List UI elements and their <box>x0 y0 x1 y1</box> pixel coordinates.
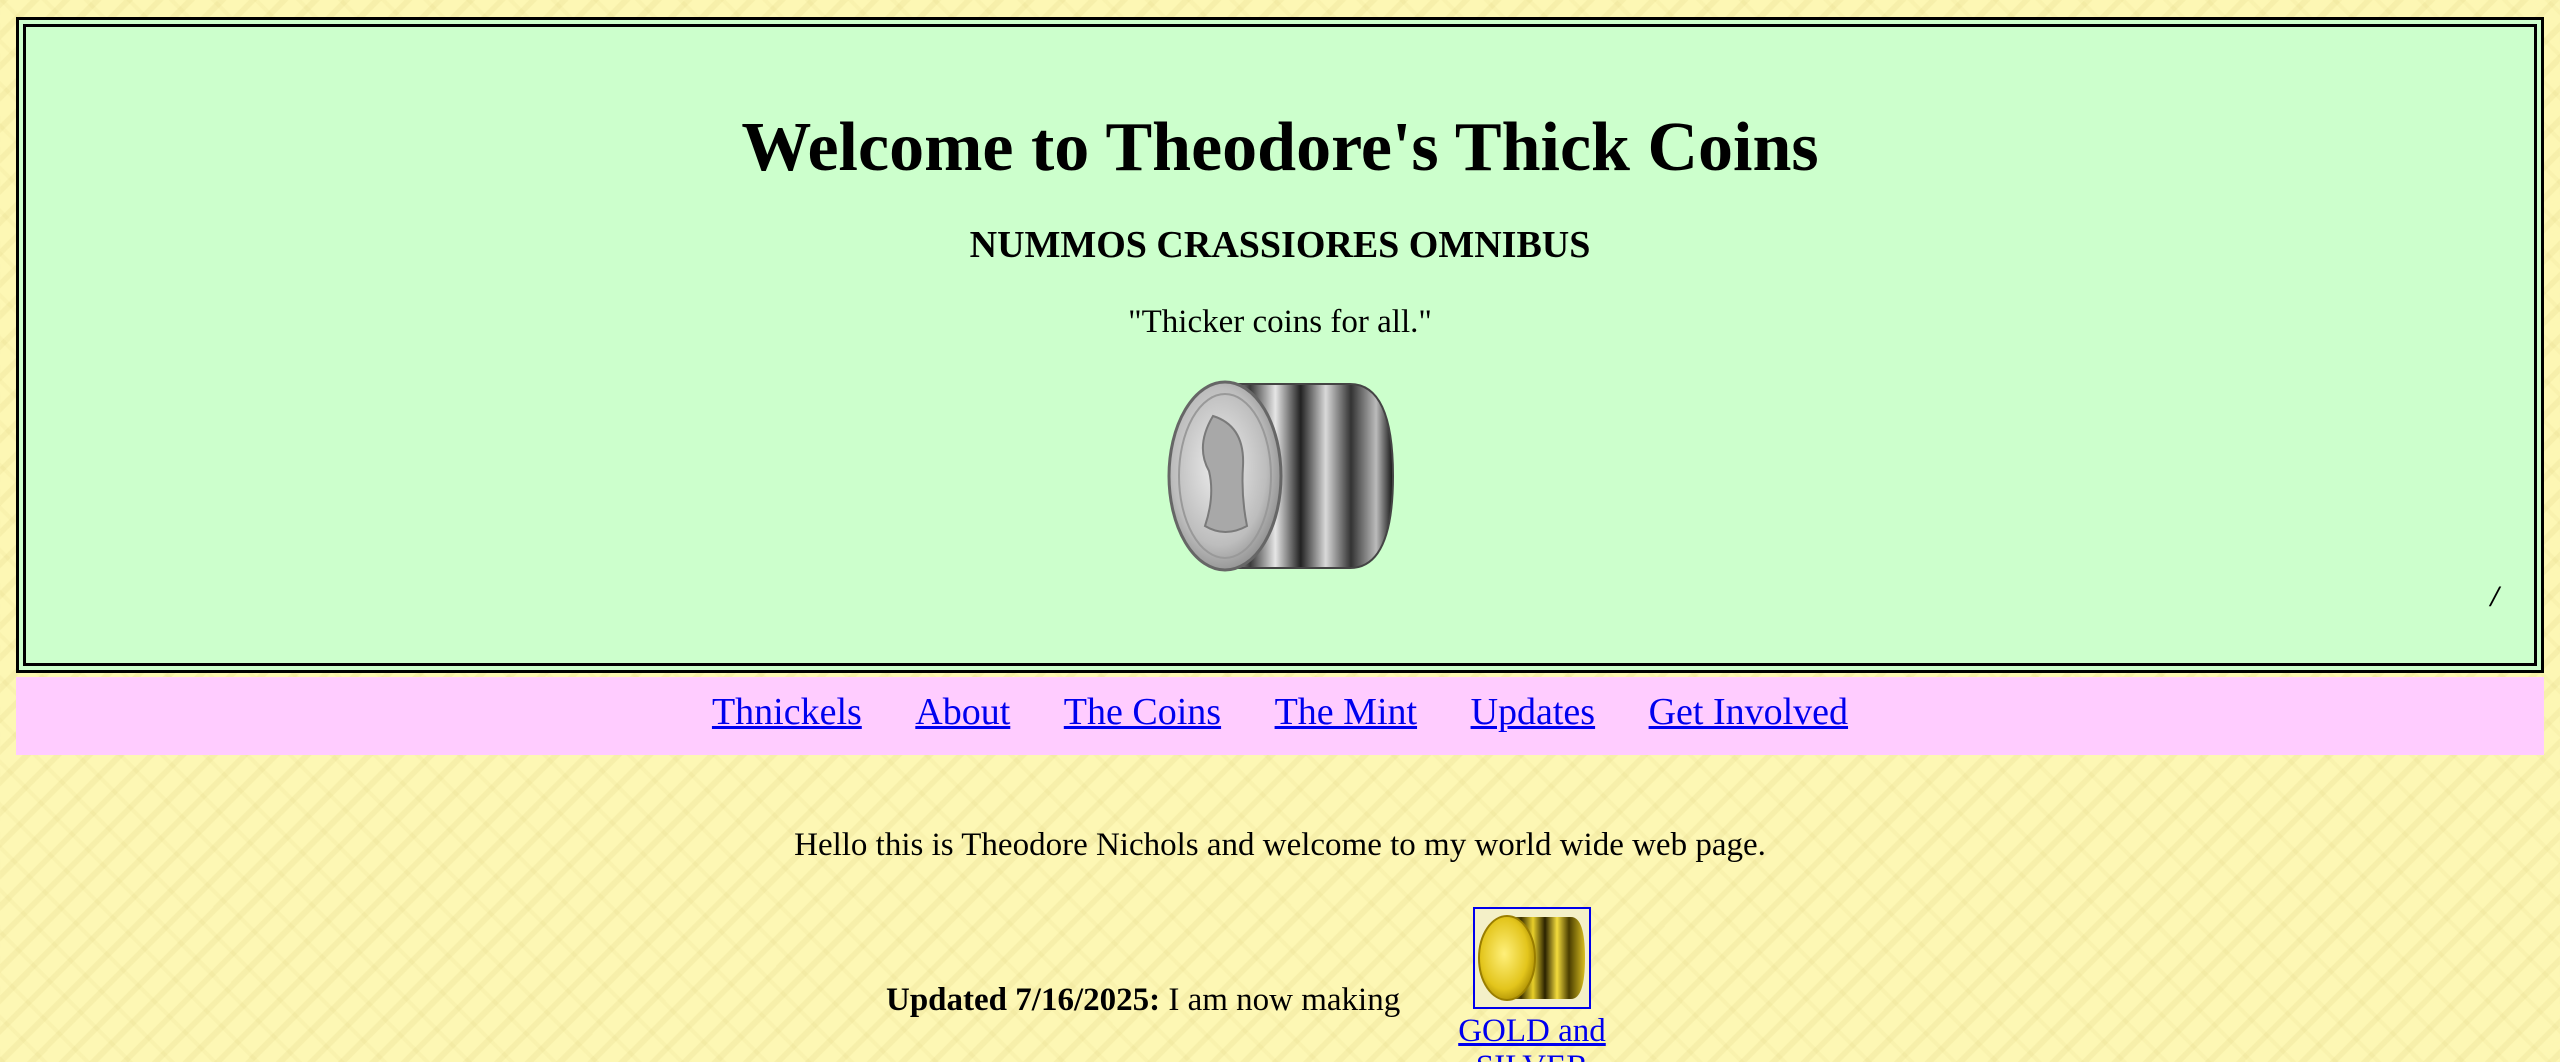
main-navigation: Thnickels About The Coins The Mint Updat… <box>16 677 2544 755</box>
update-notice: Updated 7/16/2025: I am now making <box>886 981 1400 1021</box>
nav-link-about[interactable]: About <box>915 691 1010 733</box>
gold-and-silver-link[interactable]: GOLD and SILVER <box>1402 907 1662 1062</box>
nav-link-thnickels[interactable]: Thnickels <box>712 691 862 733</box>
update-date: Updated 7/16/2025: <box>886 982 1161 1018</box>
header-banner: Welcome to Theodore's Thick Coins NUMMOS… <box>16 17 2544 673</box>
motto: NUMMOS CRASSIORES OMNIBUS <box>969 224 1591 266</box>
update-text: I am now making <box>1160 982 1401 1018</box>
nav-link-updates[interactable]: Updates <box>1471 691 1596 733</box>
gold-and-silver-link-label[interactable]: GOLD and SILVER <box>1402 1013 1662 1062</box>
motto-translation: "Thicker coins for all." <box>1128 304 1432 340</box>
intro-text: Hello this is Theodore Nichols and welco… <box>794 827 1766 863</box>
nav-link-get-involved[interactable]: Get Involved <box>1649 691 1848 733</box>
site-title: Welcome to Theodore's Thick Coins <box>741 109 1819 186</box>
corner-mark: / <box>2490 580 2499 613</box>
thick-silver-coin-image <box>1167 380 1395 572</box>
nav-link-the-mint[interactable]: The Mint <box>1275 691 1417 733</box>
nav-link-the-coins[interactable]: The Coins <box>1064 691 1221 733</box>
thick-gold-coin-image[interactable] <box>1473 907 1591 1009</box>
